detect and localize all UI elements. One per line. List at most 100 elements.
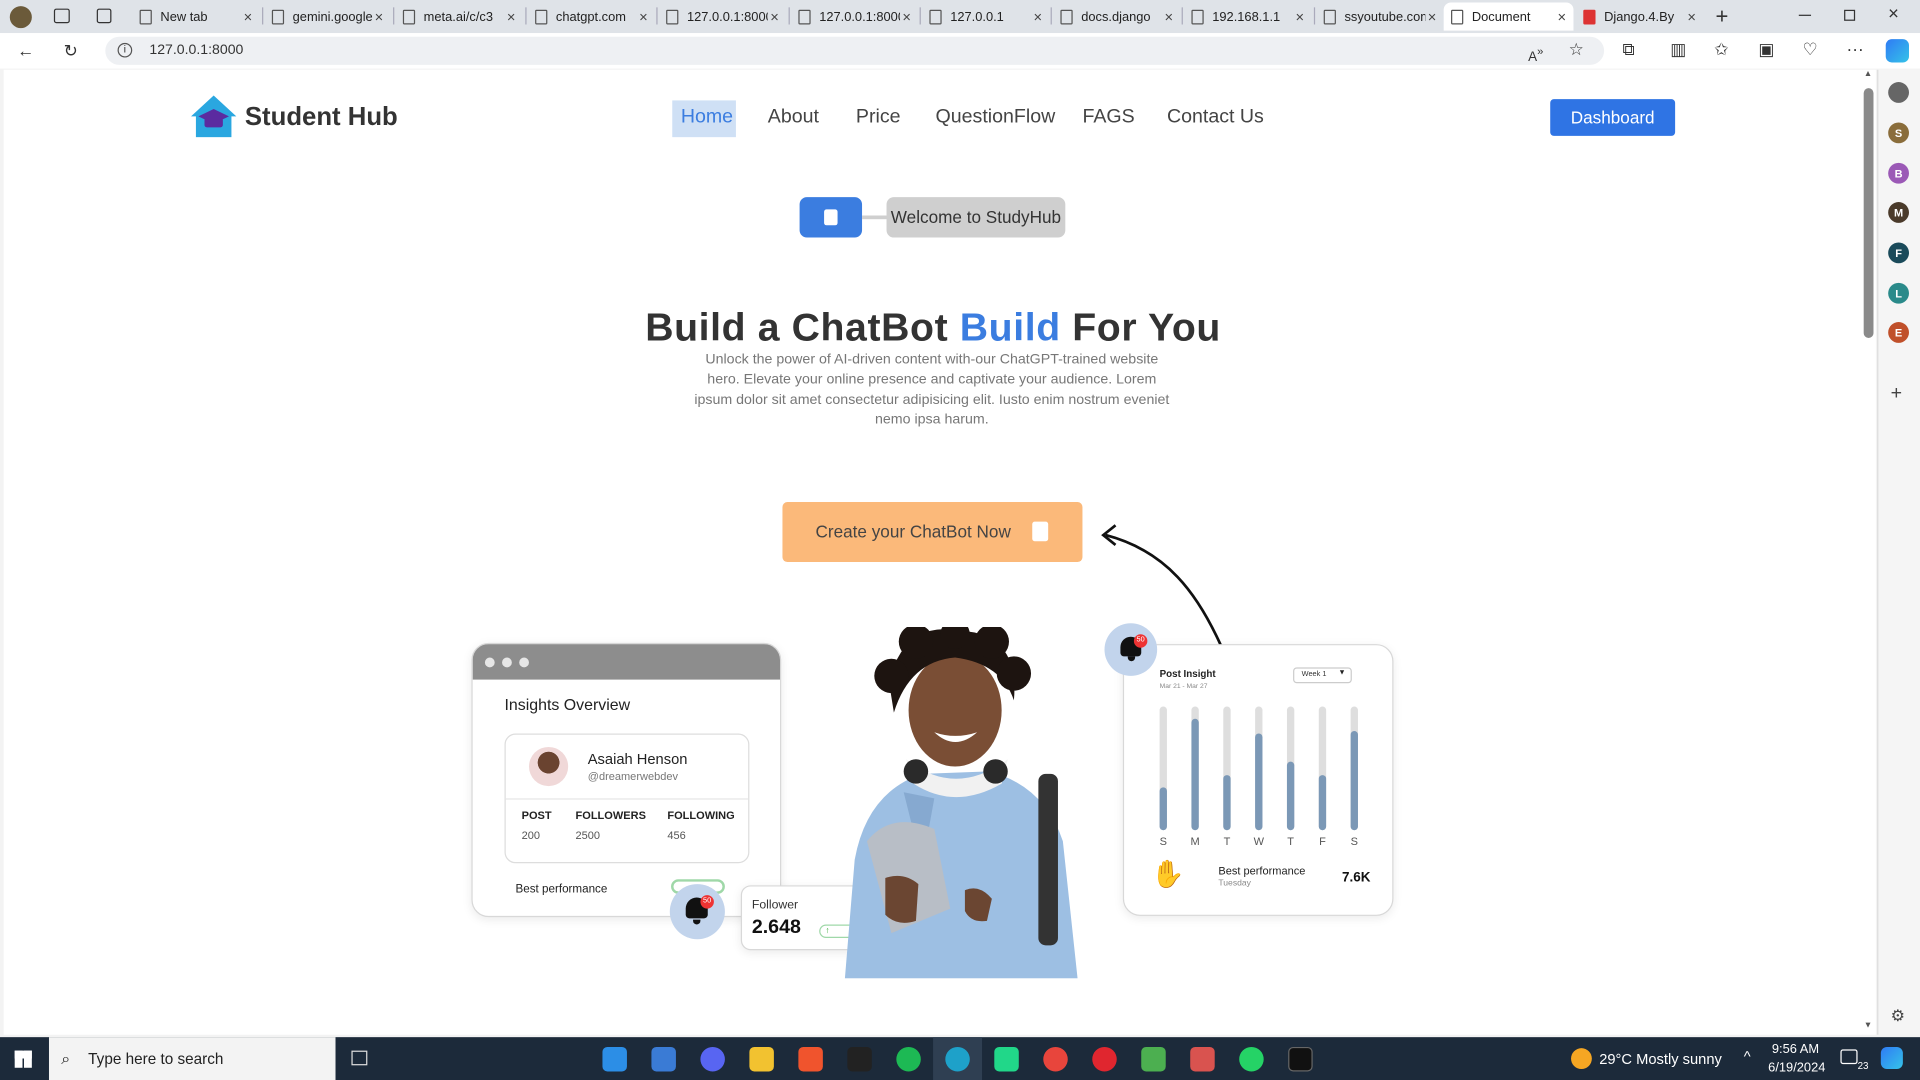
close-tab-icon[interactable]: × [770,8,779,25]
sidebar-app-icon[interactable]: E [1888,322,1909,343]
tab-meta-ai[interactable]: meta.ai/c/c3 × [396,2,523,30]
file-explorer-icon[interactable] [749,1046,774,1072]
dashboard-button[interactable]: Dashboard [1550,99,1676,136]
sidebar-app-icon[interactable]: B [1888,162,1909,184]
close-tab-icon[interactable]: × [1296,8,1305,25]
tab-document[interactable]: Document × [1443,2,1574,31]
sidebar-app-icon[interactable]: L [1888,282,1909,304]
create-chatbot-button[interactable]: Create your ChatBot Now [782,502,1083,563]
minimize-icon[interactable] [1798,14,1812,16]
profile-icon[interactable] [9,6,32,29]
tab-new-tab[interactable]: New tab × [132,2,259,30]
windows-start-icon[interactable] [14,1050,32,1068]
tab-router[interactable]: 192.168.1.1 × [1184,2,1311,30]
nav-about[interactable]: About [768,107,819,129]
more-menu-icon[interactable]: ··· [1847,40,1864,57]
spotify-icon[interactable] [896,1046,921,1072]
day-bar-fill [1159,787,1167,831]
notification-center-icon[interactable] [1840,1049,1858,1065]
figma-icon[interactable] [847,1046,872,1072]
logo-icon[interactable] [190,94,238,139]
scrollbar-thumb[interactable] [1863,88,1874,338]
split-screen-icon[interactable]: ▥ [1670,40,1686,57]
close-tab-icon[interactable]: × [639,8,648,25]
nav-home[interactable]: Home [681,107,733,129]
close-tab-icon[interactable]: × [507,8,516,25]
restore-icon[interactable] [1844,9,1856,21]
close-tab-icon[interactable]: × [1558,8,1567,25]
sidebar-settings-icon[interactable]: ⚙ [1891,1007,1905,1027]
taskbar-search[interactable]: ⌕ Type here to search [48,1037,336,1080]
tab-chatgpt[interactable]: chatgpt.com × [528,2,655,30]
nav-fags[interactable]: FAGS [1082,107,1134,129]
close-tab-icon[interactable]: × [1033,8,1042,25]
whatsapp-icon[interactable] [1239,1046,1264,1072]
vscode-icon[interactable] [602,1046,627,1072]
nav-contact[interactable]: Contact Us [1167,107,1264,129]
opera-icon[interactable] [1092,1046,1117,1072]
task-view-icon[interactable] [351,1050,368,1066]
browser-essentials-icon[interactable]: ♡ [1802,40,1817,57]
week-select[interactable]: Week 1 ▼ [1293,667,1352,684]
sidebar-app-icon[interactable] [1888,82,1909,103]
close-tab-icon[interactable]: × [375,8,384,25]
welcome-icon-box [799,197,863,238]
close-tab-icon[interactable]: × [1164,8,1173,25]
tab-localhost-3[interactable]: 127.0.0.1 × [922,2,1049,30]
url-text[interactable]: 127.0.0.1:8000 [149,43,243,58]
app-icon[interactable] [1141,1046,1166,1072]
scroll-up-arrow[interactable]: ▲ [1864,70,1872,79]
day-label: T [1223,835,1231,848]
tab-actions-icon[interactable] [96,8,112,24]
clock-date[interactable]: 6/19/2024 [1768,1060,1825,1075]
collections-icon[interactable]: ▣ [1758,40,1774,57]
chevron-up-icon[interactable]: ^ [1744,1048,1751,1065]
close-tab-icon[interactable]: × [244,8,253,25]
bell-clapper [693,919,701,925]
extensions-icon[interactable]: ⧉ [1622,40,1634,57]
weather-text[interactable]: 29°C Mostly sunny [1599,1051,1722,1068]
discord-icon[interactable] [700,1046,725,1072]
site-info-icon[interactable]: i [117,42,133,58]
tab-localhost-2[interactable]: 127.0.0.1:8000 × [791,2,918,30]
chrome-icon[interactable] [1043,1046,1068,1072]
new-tab-icon[interactable]: + [1716,4,1729,30]
workspaces-icon[interactable] [53,8,70,24]
scroll-down-arrow[interactable]: ▼ [1864,1021,1872,1030]
tab-django-pdf[interactable]: Django.4.By × [1576,2,1703,30]
terminal-icon[interactable] [1288,1046,1313,1072]
read-aloud-icon[interactable]: A» [1528,43,1543,66]
close-window-icon[interactable]: × [1888,4,1899,25]
nav-price[interactable]: Price [856,107,901,129]
brand-name[interactable]: Student Hub [245,103,398,132]
nav-questionflow[interactable]: QuestionFlow [936,107,1056,129]
notification-bell-bubble[interactable]: 50 [669,884,725,940]
favorites-icon[interactable]: ✩ [1714,40,1728,57]
address-bar[interactable] [105,36,1605,65]
sidebar-add-icon[interactable]: + [1891,383,1902,405]
sidebar-app-icon[interactable]: F [1888,242,1909,264]
clock-time[interactable]: 9:56 AM [1772,1042,1819,1057]
tab-ssyoutube[interactable]: ssyoutube.com × [1316,2,1443,30]
reload-icon[interactable]: ↻ [64,42,78,59]
sidebar-app-icon[interactable]: S [1888,122,1909,144]
store-icon[interactable] [651,1046,676,1072]
back-icon[interactable]: ← [17,42,34,59]
pycharm-icon[interactable] [994,1046,1019,1072]
post-insight-title: Post Insight [1159,668,1216,680]
copilot-icon[interactable] [1885,39,1909,63]
favorite-star-icon[interactable]: ☆ [1569,40,1584,57]
app-icon[interactable] [1190,1046,1215,1072]
edge-icon[interactable] [945,1046,970,1072]
sidebar-app-icon[interactable]: M [1888,202,1909,223]
notification-bell-bubble[interactable]: 50 [1104,623,1158,676]
close-tab-icon[interactable]: × [902,8,911,25]
tab-localhost-1[interactable]: 127.0.0.1:8000 × [659,2,786,30]
close-tab-icon[interactable]: × [1687,8,1696,25]
tab-gemini[interactable]: gemini.google.com× [264,2,390,30]
tab-django-docs[interactable]: docs.django × [1053,2,1180,30]
copilot-icon[interactable] [1880,1046,1903,1069]
close-tab-icon[interactable]: × [1428,8,1437,25]
brave-icon[interactable] [798,1046,823,1072]
stat-value: 456 [667,828,686,842]
